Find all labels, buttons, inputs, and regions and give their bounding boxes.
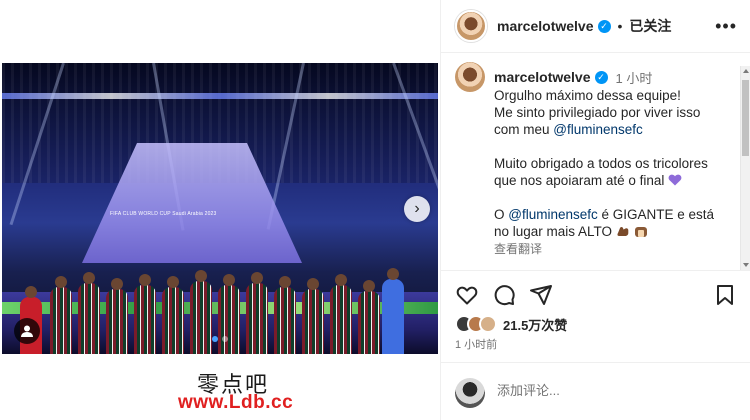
player [302, 278, 324, 354]
divider [441, 270, 750, 271]
chevron-right-icon: › [414, 200, 420, 217]
comment-bar [441, 362, 750, 420]
tagged-people-button[interactable] [14, 318, 40, 344]
player [246, 272, 268, 354]
post-header: marcelotwelve ✓ • 已关注 ••• [441, 0, 750, 53]
stage-text: FIFA CLUB WORLD CUP Saudi Arabia 2023 [110, 211, 217, 217]
caption-body: Orgulho máximo dessa equipe! Me sinto pr… [494, 87, 737, 258]
purple-heart-icon [668, 174, 682, 186]
caption-text: é GIGANTE e está [597, 207, 715, 222]
media-pane: FIFA CLUB WORLD CUP Saudi Arabia 2023 › [0, 0, 440, 420]
action-bar [455, 283, 737, 307]
scroll-up-icon[interactable] [743, 69, 749, 73]
player [162, 276, 184, 354]
player [50, 276, 72, 354]
stadium-icon [634, 227, 647, 237]
player [330, 274, 352, 354]
post-photo[interactable]: FIFA CLUB WORLD CUP Saudi Arabia 2023 [2, 63, 438, 354]
caption-avatar[interactable] [455, 62, 485, 92]
caption-text: no lugar mais ALTO [494, 224, 613, 239]
like-heart-icon[interactable] [455, 283, 479, 307]
watermark-url: www.Ldb.cc [178, 392, 294, 413]
caption-scrollbar[interactable] [740, 66, 750, 270]
scroll-thumb[interactable] [742, 80, 749, 156]
player [218, 274, 240, 354]
likes-count[interactable]: 21.5万次赞 [503, 315, 567, 334]
see-translation-link[interactable]: 查看翻译 [494, 241, 737, 258]
player [190, 270, 212, 354]
share-icon[interactable] [529, 283, 553, 307]
carousel-dot [222, 336, 228, 342]
carousel-dots [212, 336, 228, 342]
comment-icon[interactable] [492, 283, 516, 307]
caption-text: O [494, 207, 509, 222]
player [106, 278, 128, 354]
post-panel: marcelotwelve ✓ • 已关注 ••• marcelotwelve … [440, 0, 750, 420]
mention-link[interactable]: @fluminensefc [508, 207, 598, 222]
author-username[interactable]: marcelotwelve [497, 18, 594, 34]
caption-text: Orgulho máximo dessa equipe! [494, 88, 681, 103]
caption: marcelotwelve ✓ 1 小时 Orgulho máximo dess… [455, 62, 737, 258]
caption-paragraph: O @fluminensefc é GIGANTE e está no luga… [494, 206, 737, 240]
post-timestamp: 1 小时前 [455, 339, 498, 351]
player [274, 276, 296, 354]
likes-row[interactable]: 21.5万次赞 [455, 313, 567, 335]
caption-text: com meu [494, 122, 554, 137]
comment-input[interactable] [497, 383, 647, 398]
caption-paragraph: Orgulho máximo dessa equipe! Me sinto pr… [494, 87, 737, 138]
stadium-lights [2, 93, 438, 99]
header-separator: • [617, 18, 623, 34]
carousel-dot-active [212, 336, 218, 342]
liker-avatar [479, 315, 497, 333]
follow-button[interactable]: 已关注 [629, 16, 671, 36]
player [134, 274, 156, 354]
caption-username[interactable]: marcelotwelve [494, 69, 591, 85]
player [358, 280, 380, 354]
player [382, 268, 404, 354]
caption-time: 1 小时 [615, 70, 653, 86]
player [78, 272, 100, 354]
verified-badge-icon: ✓ [597, 19, 611, 33]
caption-text: Me sinto privilegiado por viver isso [494, 105, 701, 120]
scroll-down-icon[interactable] [743, 263, 749, 267]
caption-paragraph: Muito obrigado a todos os tricolores que… [494, 155, 737, 189]
next-photo-button[interactable]: › [404, 196, 430, 222]
save-bookmark-icon[interactable] [713, 283, 737, 307]
caption-text: que nos apoiaram até o final [494, 173, 665, 188]
author-avatar[interactable] [455, 10, 487, 42]
mention-link[interactable]: @fluminensefc [553, 122, 643, 137]
more-options-icon[interactable]: ••• [715, 16, 737, 37]
user-icon [21, 325, 33, 337]
flexed-biceps-icon [617, 226, 629, 236]
verified-badge-icon: ✓ [594, 70, 608, 84]
viewer-avatar [455, 378, 485, 408]
caption-text: Muito obrigado a todos os tricolores [494, 156, 708, 171]
